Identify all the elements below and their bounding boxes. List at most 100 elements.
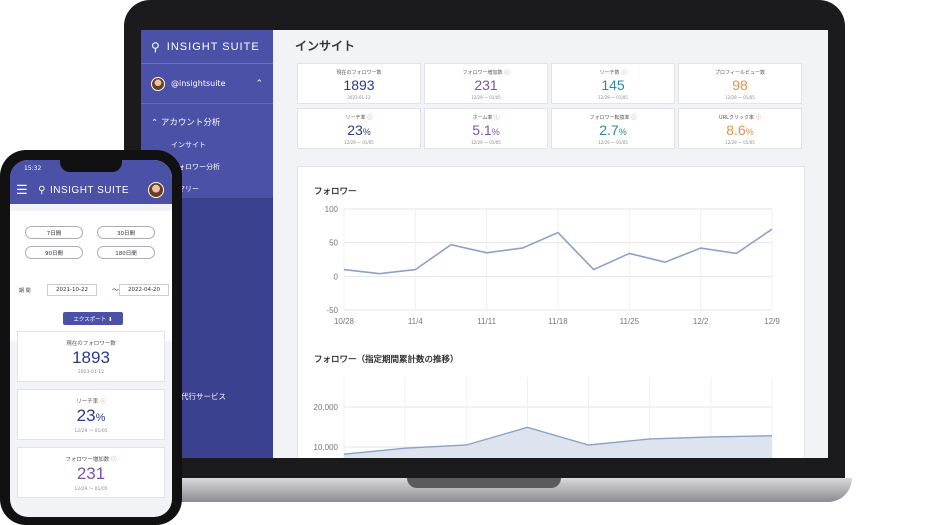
brand-name: INSIGHT SUITE (49, 184, 130, 196)
range-7-days-button[interactable]: 7日間 (25, 226, 83, 239)
stat-value: 1893 (343, 77, 375, 93)
x-tick-label: 11/11 (477, 317, 496, 326)
account-switcher[interactable]: @insightsuite ⌃ (141, 64, 273, 104)
cumulative-area-chart: 20,000 10,000 (314, 377, 773, 458)
stat-value: 98 (732, 77, 748, 93)
stat-value: 2.7% (599, 122, 627, 138)
date-separator: 〜 (112, 286, 119, 294)
stat-card: フォロワー転換率 ⓘ 2.7% 12/29 〜 01/05 (551, 108, 675, 149)
stat-card: ホーム率 ⓘ 5.1% 12/29 〜 01/05 (424, 108, 548, 149)
logo-icon: ⚲ (38, 184, 46, 196)
x-tick-label: 12/2 (693, 317, 709, 326)
info-icon[interactable]: ⓘ (632, 115, 637, 121)
main-content: インサイト 現在のフォロワー数 1893 2023-01-12 フォロワー増加数 ⓘ 23… (273, 30, 828, 458)
range-180-days-button[interactable]: 180日間 (97, 246, 155, 259)
export-button[interactable]: エクスポート ⬇ (63, 312, 123, 325)
y-tick-label: 10,000 (314, 443, 339, 452)
brand-logo[interactable]: ⚲ INSIGHT SUITE (141, 30, 273, 64)
stat-date: 12/29 〜 01/05 (74, 487, 108, 492)
stat-label: フォロワー増加数 ⓘ (65, 457, 117, 463)
stat-card: URLクリック率 ⓘ 8.6% 12/29 〜 01/05 (678, 108, 802, 149)
avatar[interactable] (148, 182, 164, 198)
x-tick-label: 12/9 (764, 317, 780, 326)
period-label: 期 間 (19, 288, 31, 294)
date-from-input[interactable]: 2021-10-22 (47, 284, 97, 296)
stat-label: リーチ率 ⓘ (345, 115, 373, 121)
stat-date: 12/29 〜 01/05 (598, 140, 628, 145)
info-icon[interactable]: ⓘ (494, 115, 499, 121)
stat-value: 23% (347, 122, 371, 138)
stat-date: 12/29 〜 01/05 (471, 140, 501, 145)
stat-value: 231 (474, 77, 498, 93)
laptop-notch (407, 478, 561, 488)
stat-card: リーチ率 ⓘ 23% 12/29 〜 01/05 (297, 108, 421, 149)
phone: 15:32 ☰ ⚲ INSIGHT SUITE 7日間 30日間 90日間 18… (0, 150, 182, 525)
stat-date: 12/29 〜 01/05 (725, 95, 755, 100)
stat-date: 12/29 〜 01/05 (344, 140, 374, 145)
y-tick-label: 20,000 (314, 403, 339, 412)
phone-side-button (0, 288, 1, 318)
stat-value: 23% (76, 406, 106, 425)
stat-card: プロフィールビュー数 98 12/29 〜 01/05 (678, 63, 802, 104)
date-filter-panel: 7日間 30日間 90日間 180日間 期 間 2021-10-22 〜 202… (10, 211, 172, 341)
x-tick-label: 11/4 (408, 317, 424, 326)
account-name: @insightsuite (171, 79, 226, 88)
stat-label: URLクリック率 ⓘ (719, 115, 761, 121)
x-tick-label: 11/18 (548, 317, 568, 326)
stat-date: 12/29 〜 01/05 (471, 95, 501, 100)
phone-side-button (0, 220, 1, 238)
x-tick-label: 10/28 (334, 317, 355, 326)
info-icon[interactable]: ⓘ (622, 70, 627, 76)
info-icon[interactable]: ⓘ (368, 115, 373, 121)
chart-panel: フォロワー 100 50 0 -50 10/28 11/4 11/11 11/18 11/25 1… (297, 166, 805, 458)
series-area (344, 427, 772, 458)
logo-icon: ⚲ (151, 39, 161, 54)
info-icon[interactable]: ⓘ (505, 70, 510, 76)
sidebar-section-account-analysis[interactable]: ⌃ アカウント分析 (141, 104, 273, 134)
stat-card: フォロワー増加数 ⓘ 231 12/29 〜 01/05 (424, 63, 548, 104)
brand-name: INSIGHT SUITE (166, 40, 260, 53)
sidebar-section-label: アカウント分析 (160, 118, 221, 128)
avatar (151, 76, 165, 91)
laptop-screen: ⚲ INSIGHT SUITE @insightsuite ⌃ ⌃ アカウント分… (141, 30, 828, 458)
info-icon[interactable]: ⓘ (100, 399, 106, 405)
stat-value: 145 (601, 77, 625, 93)
stat-label: リーチ率 ⓘ (76, 399, 106, 405)
stat-label: 現在のフォロワー数 (66, 341, 116, 347)
y-tick-label: -50 (326, 306, 338, 315)
stat-value: 8.6% (726, 122, 754, 138)
stat-date: 12/29 〜 01/05 (598, 95, 628, 100)
status-time: 15:32 (24, 164, 42, 172)
stat-label: リーチ数 ⓘ (599, 70, 627, 76)
phone-header: ☰ ⚲ INSIGHT SUITE (10, 176, 172, 204)
stat-date: 12/29 〜 01/05 (74, 429, 108, 434)
stat-value: 1893 (72, 348, 110, 367)
followers-line-chart: 100 50 0 -50 10/28 11/4 11/11 11/18 11/25 12/2 12/… (325, 205, 781, 326)
stat-date: 2023-01-12 (77, 370, 105, 375)
phone-notch (60, 160, 122, 172)
range-90-days-button[interactable]: 90日間 (25, 246, 83, 259)
stat-date: 12/29 〜 01/05 (725, 140, 755, 145)
info-icon[interactable]: ⓘ (111, 457, 117, 463)
stat-card: フォロワー増加数 ⓘ 231 12/29 〜 01/05 (17, 447, 165, 498)
page-title: インサイト (295, 39, 356, 53)
stat-label: プロフィールビュー数 (715, 70, 765, 76)
stat-date: 2023-01-12 (347, 95, 371, 100)
hamburger-menu-icon[interactable]: ☰ (16, 182, 28, 198)
device-mockup: ⚲ INSIGHT SUITE @insightsuite ⌃ ⌃ アカウント分… (0, 0, 927, 525)
stat-label: フォロワー増加数 ⓘ (462, 70, 510, 76)
stat-card: リーチ数 ⓘ 145 12/29 〜 01/05 (551, 63, 675, 104)
stat-label: フォロワー転換率 ⓘ (589, 115, 637, 121)
stat-value: 231 (76, 464, 106, 483)
stat-card: 現在のフォロワー数 1893 2023-01-12 (17, 331, 165, 382)
stat-card: リーチ率 ⓘ 23% 12/29 〜 01/05 (17, 389, 165, 440)
date-to-input[interactable]: 2022-04-20 (119, 284, 169, 296)
chart-title-followers: フォロワー (314, 187, 357, 197)
phone-side-button (0, 250, 1, 280)
stats-grid: 現在のフォロワー数 1893 2023-01-12 フォロワー増加数 ⓘ 231 12/29… (297, 63, 805, 149)
info-icon[interactable]: ⓘ (756, 115, 761, 121)
stat-label: 現在のフォロワー数 (336, 70, 382, 76)
chart-title-cumulative: フォロワー（指定期間累計数の推移） (314, 355, 459, 365)
chevron-updown-icon: ⌃ (255, 78, 263, 89)
range-30-days-button[interactable]: 30日間 (97, 226, 155, 239)
